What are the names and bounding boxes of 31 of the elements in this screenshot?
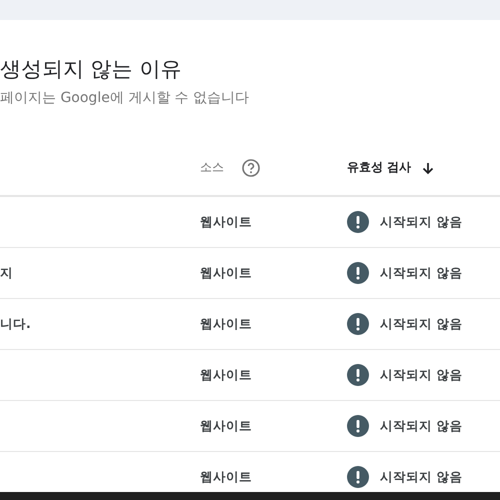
column-header[interactable]: 소스 [200, 159, 224, 176]
alert-icon [347, 364, 369, 386]
alert-icon [347, 415, 369, 437]
sort-arrow-icon[interactable] [421, 160, 436, 174]
table-cell: 시작되지 않음 [380, 214, 462, 230]
table-row[interactable]: 웹사이트 시작되지 않음 [0, 197, 500, 248]
table-row[interactable]: 니다. 웹사이트 시작되지 않음 [0, 299, 500, 350]
table-row[interactable]: 지 웹사이트 시작되지 않음 [0, 248, 500, 299]
table-row[interactable]: 웹사이트 시작되지 않음 [0, 401, 500, 452]
column-header[interactable]: 유효성 검사 [347, 159, 412, 176]
table-cell: 시작되지 않음 [380, 468, 462, 486]
section-subtitle: 페이지는 Google에 게시할 수 없습니다 [0, 89, 250, 108]
section-title: 생성되지 않는 이유 [0, 56, 182, 83]
table-cell: 웹사이트 [200, 214, 252, 230]
help-icon[interactable] [242, 158, 260, 176]
alert-icon [347, 466, 369, 488]
table-cell: 니다. [0, 316, 31, 332]
table-cell: 웹사이트 [200, 366, 252, 384]
table-cell: 시작되지 않음 [380, 418, 462, 434]
table-cell: 웹사이트 [200, 418, 252, 434]
table-row[interactable]: 웹사이트 시작되지 않음 [0, 350, 500, 401]
table-cell: 시작되지 않음 [380, 264, 462, 282]
table-cell: 웹사이트 [200, 264, 252, 282]
alert-icon [347, 211, 369, 233]
table-cell: 웹사이트 [200, 468, 252, 486]
alert-icon [347, 262, 369, 284]
table-cell: 지 [0, 264, 13, 282]
table-cell: 웹사이트 [200, 316, 252, 332]
table-cell: 시작되지 않음 [380, 316, 462, 332]
alert-icon [347, 313, 369, 335]
table-cell: 시작되지 않음 [380, 366, 462, 384]
